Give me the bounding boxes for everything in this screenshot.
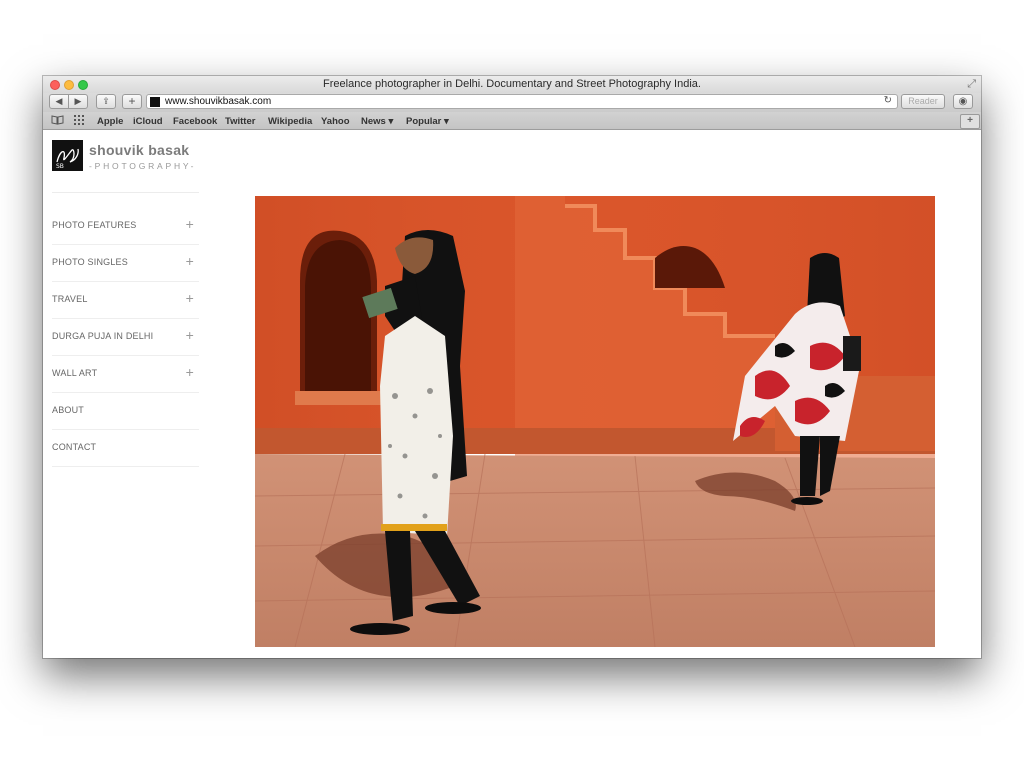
url-text[interactable]: www.shouvikbasak.com — [165, 96, 271, 107]
expand-plus-icon[interactable]: + — [186, 327, 194, 343]
nav-item-photo-features[interactable]: PHOTO FEATURES + — [52, 208, 199, 245]
bookmark-wikipedia[interactable]: Wikipedia — [268, 116, 312, 127]
bookmark-yahoo[interactable]: Yahoo — [321, 116, 350, 127]
new-tab-button[interactable]: + — [960, 114, 980, 129]
bookmark-news-menu[interactable]: News ▾ — [361, 116, 393, 127]
site-tagline: -PHOTOGRAPHY- — [89, 161, 197, 171]
share-button[interactable]: ⇪ — [96, 94, 116, 109]
fullscreen-icon[interactable]: ⤢ — [967, 78, 976, 91]
grid-icon[interactable] — [74, 115, 85, 128]
book-icon[interactable] — [51, 115, 64, 128]
address-bar[interactable]: www.shouvikbasak.com ↻ — [146, 94, 898, 109]
bookmark-facebook[interactable]: Facebook — [173, 116, 217, 127]
expand-plus-icon[interactable]: + — [186, 364, 194, 380]
nav-item-label[interactable]: TRAVEL — [52, 294, 88, 304]
sidebar-nav: PHOTO FEATURES + PHOTO SINGLES + TRAVEL … — [52, 208, 199, 467]
browser-window: Freelance photographer in Delhi. Documen… — [43, 76, 981, 658]
bookmarks-bar: Apple iCloud Facebook Twitter Wikipedia … — [43, 112, 981, 130]
logo-mark-text: SB — [56, 163, 64, 170]
forward-button[interactable]: ▶ — [68, 94, 88, 109]
site-favicon-icon — [150, 97, 160, 107]
nav-item-photo-singles[interactable]: PHOTO SINGLES + — [52, 245, 199, 282]
page-content: SB shouvik basak -PHOTOGRAPHY- PHOTO FEA… — [43, 130, 981, 658]
bookmark-icloud[interactable]: iCloud — [133, 116, 163, 127]
nav-item-about[interactable]: ABOUT — [52, 393, 199, 430]
expand-plus-icon[interactable]: + — [186, 290, 194, 306]
sidebar-divider — [52, 192, 199, 193]
reload-icon[interactable]: ↻ — [884, 95, 892, 106]
bookmark-popular-menu[interactable]: Popular ▾ — [406, 116, 449, 127]
nav-item-label[interactable]: ABOUT — [52, 405, 84, 415]
site-logo-mark[interactable]: SB — [52, 140, 83, 171]
nav-item-durga-puja[interactable]: DURGA PUJA IN DELHI + — [52, 319, 199, 356]
nav-item-contact[interactable]: CONTACT — [52, 430, 199, 467]
nav-item-label[interactable]: WALL ART — [52, 368, 97, 378]
back-button[interactable]: ◀ — [49, 94, 69, 109]
window-title: Freelance photographer in Delhi. Documen… — [323, 78, 701, 90]
nav-item-wall-art[interactable]: WALL ART + — [52, 356, 199, 393]
nav-item-label[interactable]: DURGA PUJA IN DELHI — [52, 331, 153, 341]
downloads-button[interactable]: ◉ — [953, 94, 973, 109]
featured-photo[interactable] — [255, 196, 935, 647]
toolbar: ◀ ▶ ⇪ + www.shouvikbasak.com ↻ Reader ◉ — [43, 93, 981, 112]
bookmark-twitter[interactable]: Twitter — [225, 116, 255, 127]
nav-item-travel[interactable]: TRAVEL + — [52, 282, 199, 319]
nav-item-label[interactable]: PHOTO SINGLES — [52, 257, 128, 267]
nav-item-label[interactable]: CONTACT — [52, 442, 96, 452]
expand-plus-icon[interactable]: + — [186, 253, 194, 269]
nav-item-label[interactable]: PHOTO FEATURES — [52, 220, 136, 230]
reader-button[interactable]: Reader — [901, 94, 945, 109]
expand-plus-icon[interactable]: + — [186, 216, 194, 232]
site-name[interactable]: shouvik basak — [89, 142, 189, 158]
bookmark-apple[interactable]: Apple — [97, 116, 123, 127]
title-bar: Freelance photographer in Delhi. Documen… — [43, 76, 981, 93]
add-bookmark-button[interactable]: + — [122, 94, 142, 109]
